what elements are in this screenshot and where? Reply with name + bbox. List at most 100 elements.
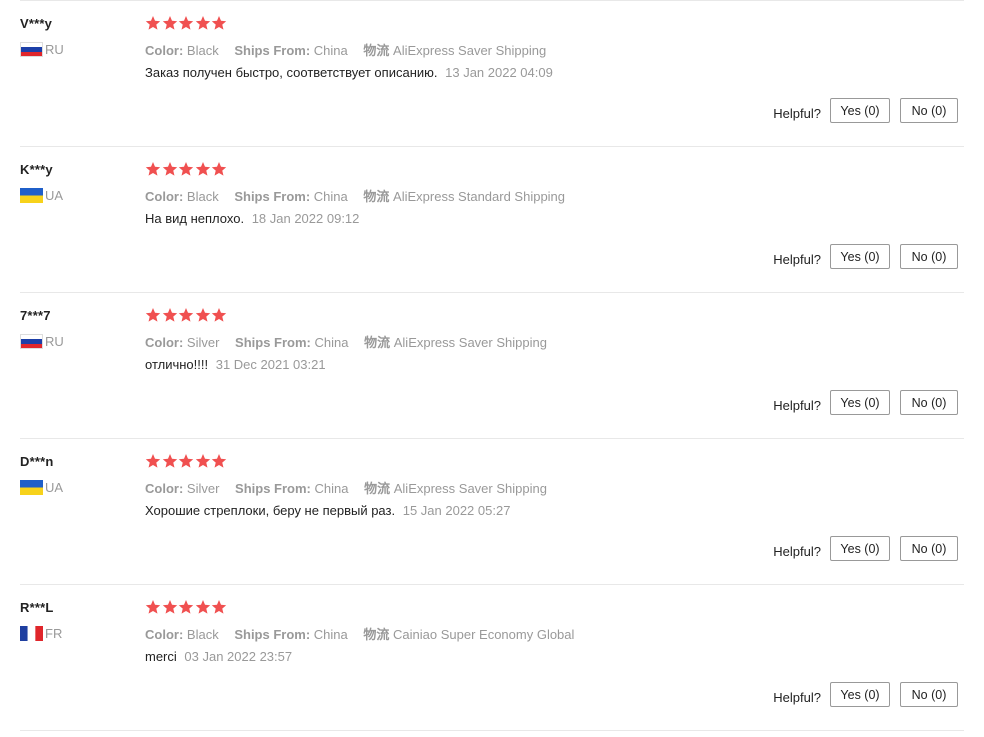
attr-color-key: Color: bbox=[145, 335, 184, 350]
ukraine-flag-icon bbox=[20, 187, 43, 203]
attr-ships-key: Ships From: bbox=[235, 335, 311, 350]
attr-color-value: Black bbox=[186, 627, 219, 642]
star-rating bbox=[145, 453, 228, 469]
star-rating bbox=[145, 307, 228, 323]
star-icon bbox=[178, 600, 194, 614]
helpful-vote: Helpful? Yes (0) No (0) bbox=[773, 98, 958, 123]
attr-shipping-value: AliExpress Saver Shipping bbox=[393, 481, 547, 496]
star-icon bbox=[195, 308, 210, 322]
attr-shipping-value: AliExpress Standard Shipping bbox=[393, 189, 566, 204]
attr-shipping: 物流 AliExpress Saver Shipping bbox=[364, 481, 547, 496]
review-item: R***L FR Color: Black Ships From: China … bbox=[20, 584, 964, 731]
review-date: 03 Jan 2022 23:57 bbox=[184, 649, 293, 664]
review-text: На вид неплохо. bbox=[145, 211, 245, 226]
review-content: merci 03 Jan 2022 23:57 bbox=[145, 649, 292, 664]
review-text: merci bbox=[145, 649, 177, 664]
helpful-yes-button[interactable]: Yes (0) bbox=[830, 390, 890, 415]
review-attributes: Color: Black Ships From: China 物流 Cainia… bbox=[145, 624, 586, 643]
attr-ships-value: China bbox=[313, 627, 348, 642]
attr-ships-value: China bbox=[314, 335, 349, 350]
helpful-no-button[interactable]: No (0) bbox=[900, 536, 958, 561]
review-item: K***y UA Color: Black Ships From: China … bbox=[20, 146, 964, 292]
reviewer-country: RU bbox=[20, 333, 64, 349]
star-icon bbox=[178, 16, 194, 30]
attr-ships-value: China bbox=[313, 43, 348, 58]
star-icon bbox=[195, 454, 210, 468]
star-icon bbox=[145, 16, 161, 30]
russia-flag-icon bbox=[20, 333, 43, 349]
star-icon bbox=[211, 162, 227, 176]
star-rating bbox=[145, 599, 228, 615]
star-icon bbox=[195, 162, 210, 176]
helpful-label: Helpful? bbox=[773, 544, 821, 559]
reviewer-name: K***y bbox=[20, 162, 53, 177]
review-content: Хорошие стреплоки, беру не первый раз. 1… bbox=[145, 503, 510, 518]
helpful-label: Helpful? bbox=[773, 398, 821, 413]
helpful-label: Helpful? bbox=[773, 106, 821, 121]
attr-color-value: Silver bbox=[186, 335, 220, 350]
review-text: отлично!!!! bbox=[145, 357, 209, 372]
helpful-no-button[interactable]: No (0) bbox=[900, 244, 958, 269]
reviewer-country: FR bbox=[20, 625, 62, 641]
attr-ships-from: Ships From: China bbox=[235, 335, 348, 350]
star-icon bbox=[211, 454, 227, 468]
helpful-no-button[interactable]: No (0) bbox=[900, 98, 958, 123]
country-code: FR bbox=[45, 625, 63, 641]
attr-shipping-key: 物流 bbox=[363, 627, 390, 642]
feedback-list: V***y RU Color: Black Ships From: China … bbox=[20, 0, 964, 731]
attr-shipping-key: 物流 bbox=[363, 43, 390, 58]
attr-ships-from: Ships From: China bbox=[234, 627, 347, 642]
russia-flag-icon bbox=[20, 41, 43, 57]
review-date: 31 Dec 2021 03:21 bbox=[215, 357, 326, 372]
star-icon bbox=[178, 454, 194, 468]
attr-color-value: Black bbox=[186, 43, 219, 58]
review-content: отлично!!!! 31 Dec 2021 03:21 bbox=[145, 357, 326, 372]
reviewer-name: R***L bbox=[20, 600, 54, 615]
review-attributes: Color: Black Ships From: China 物流 AliExp… bbox=[145, 186, 577, 205]
star-icon bbox=[178, 308, 194, 322]
star-icon bbox=[145, 308, 161, 322]
attr-color-key: Color: bbox=[145, 43, 184, 58]
attr-color-value: Black bbox=[186, 189, 219, 204]
attr-color: Color: Black bbox=[145, 627, 219, 642]
star-icon bbox=[162, 162, 177, 176]
attr-color-key: Color: bbox=[145, 189, 184, 204]
attr-shipping: 物流 AliExpress Saver Shipping bbox=[364, 335, 547, 350]
helpful-yes-button[interactable]: Yes (0) bbox=[830, 536, 890, 561]
reviewer-name: 7***7 bbox=[20, 308, 51, 323]
attr-ships-value: China bbox=[314, 481, 349, 496]
star-icon bbox=[145, 454, 161, 468]
helpful-yes-button[interactable]: Yes (0) bbox=[830, 98, 890, 123]
reviewer-name: V***y bbox=[20, 16, 53, 31]
star-icon bbox=[162, 308, 177, 322]
attr-ships-value: China bbox=[313, 189, 348, 204]
attr-ships-key: Ships From: bbox=[234, 43, 311, 58]
star-icon bbox=[162, 16, 177, 30]
attr-color: Color: Black bbox=[145, 189, 219, 204]
review-item: V***y RU Color: Black Ships From: China … bbox=[20, 0, 964, 146]
attr-shipping-key: 物流 bbox=[364, 481, 391, 496]
star-icon bbox=[195, 16, 210, 30]
attr-color: Color: Black bbox=[145, 43, 219, 58]
attr-color-key: Color: bbox=[145, 627, 184, 642]
helpful-yes-button[interactable]: Yes (0) bbox=[830, 244, 890, 269]
helpful-vote: Helpful? Yes (0) No (0) bbox=[773, 682, 958, 707]
review-date: 13 Jan 2022 04:09 bbox=[445, 65, 553, 80]
helpful-yes-button[interactable]: Yes (0) bbox=[830, 682, 890, 707]
reviewer-country: RU bbox=[20, 41, 64, 57]
country-code: UA bbox=[45, 479, 64, 495]
ukraine-flag-icon bbox=[20, 479, 43, 495]
star-icon bbox=[162, 600, 177, 614]
country-code: UA bbox=[45, 187, 64, 203]
helpful-vote: Helpful? Yes (0) No (0) bbox=[773, 244, 958, 269]
review-date: 15 Jan 2022 05:27 bbox=[402, 503, 511, 518]
attr-shipping-value: AliExpress Saver Shipping bbox=[393, 43, 547, 58]
reviewer-country: UA bbox=[20, 479, 63, 495]
helpful-no-button[interactable]: No (0) bbox=[900, 682, 958, 707]
review-attributes: Color: Black Ships From: China 物流 AliExp… bbox=[145, 40, 558, 59]
attr-shipping-key: 物流 bbox=[363, 189, 390, 204]
star-icon bbox=[211, 16, 227, 30]
attr-shipping: 物流 Cainiao Super Economy Global bbox=[363, 627, 574, 642]
review-attributes: Color: Silver Ships From: China 物流 AliEx… bbox=[145, 478, 559, 497]
helpful-no-button[interactable]: No (0) bbox=[900, 390, 958, 415]
